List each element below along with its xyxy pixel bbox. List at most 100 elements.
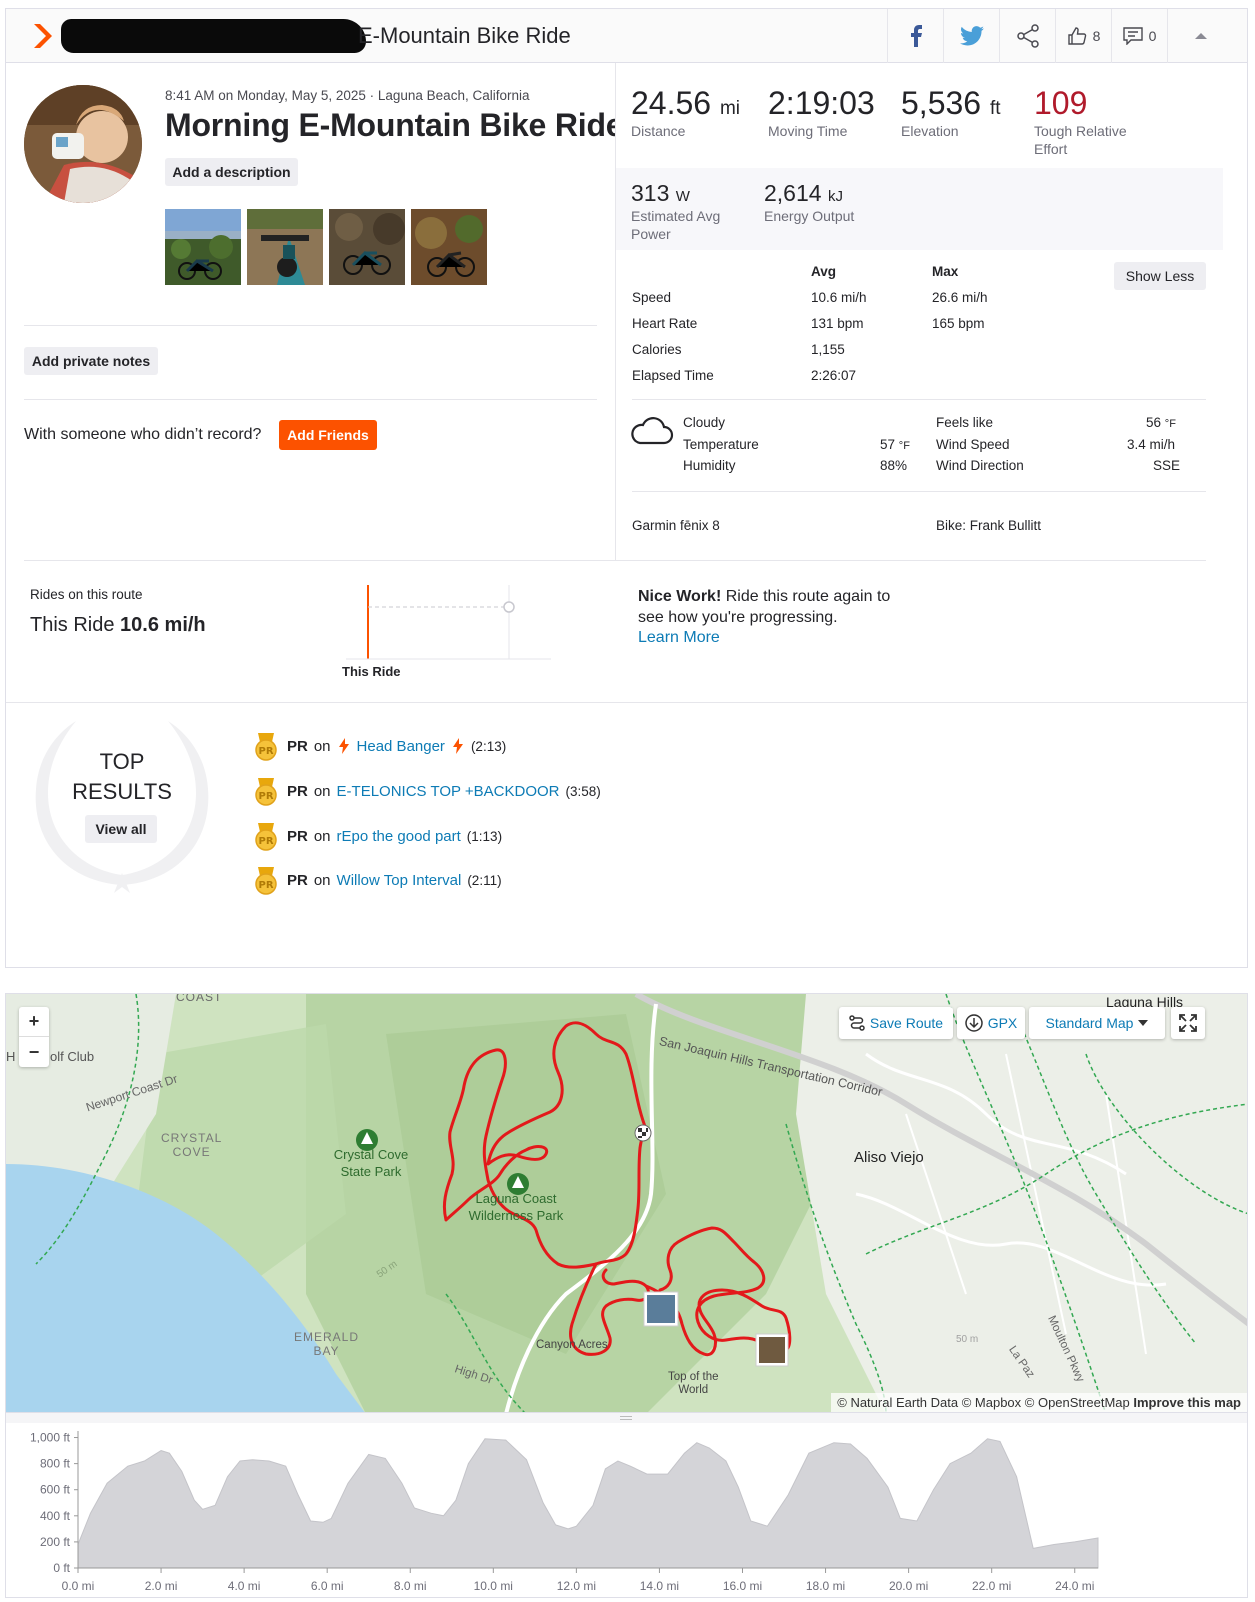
map-style-select[interactable]: Standard Map <box>1029 1007 1165 1039</box>
route-map[interactable]: COAST H olf Club Newport Coast Dr CRYSTA… <box>5 993 1248 1413</box>
kudos-button[interactable]: 8 <box>1055 9 1111 63</box>
show-less-button[interactable]: Show Less <box>1114 262 1206 290</box>
moving-time-label: Moving Time <box>768 123 848 139</box>
stat-energy: 2,614 kJ Energy Output <box>764 180 854 225</box>
stat-relative-effort[interactable]: 109 Tough Relative Effort <box>1034 85 1154 158</box>
svg-text:PR: PR <box>258 880 273 891</box>
segment-link[interactable]: Willow Top Interval <box>337 872 462 889</box>
zoom-out-button[interactable]: − <box>19 1037 49 1067</box>
secondary-stats: 313 W Estimated Avg Power 2,614 kJ Energ… <box>616 168 1223 250</box>
x-tick-label: 12.0 mi <box>557 1579 596 1593</box>
photo-image <box>247 209 323 285</box>
elevation-chart[interactable]: 0 ft 200 ft 400 ft 600 ft 800 ft 1,000 ft 0.0 … <box>5 1423 1248 1598</box>
cloud-icon <box>631 417 674 445</box>
learn-more-link[interactable]: Learn More <box>638 629 720 647</box>
x-tick-label: 10.0 mi <box>474 1579 513 1593</box>
map-resize-handle[interactable] <box>5 1413 1248 1423</box>
svg-text:PR: PR <box>258 791 273 802</box>
add-description-button[interactable]: Add a description <box>165 158 298 186</box>
activity-header: E-Mountain Bike Ride 8 0 <box>6 9 1247 63</box>
photo-image <box>411 209 487 285</box>
segment-time: (3:58) <box>565 783 601 799</box>
collapse-button[interactable] <box>1167 9 1233 63</box>
improve-map-link[interactable]: Improve this map <box>1133 1395 1241 1410</box>
result-prefix: PR <box>287 871 308 889</box>
segment-link[interactable]: rEpo the good part <box>337 828 461 845</box>
stat-power: 313 W Estimated Avg Power <box>631 180 741 243</box>
wind-speed-label: Wind Speed <box>936 437 1010 452</box>
x-tick-label: 6.0 mi <box>311 1579 344 1593</box>
add-private-notes-button[interactable]: Add private notes <box>24 347 158 375</box>
facebook-share-button[interactable] <box>887 9 943 63</box>
zoom-in-button[interactable]: + <box>19 1007 49 1037</box>
comment-icon <box>1122 27 1143 45</box>
photo-thumbnail[interactable] <box>411 209 487 285</box>
map-label-crystal-cove-state-park: Crystal Cove State Park <box>333 1147 409 1179</box>
pr-medal-icon: PR <box>255 778 277 806</box>
result-on: on <box>313 782 331 800</box>
result-prefix: PR <box>287 737 308 755</box>
elevation-unit: ft <box>989 98 1001 119</box>
elevation-label: Elevation <box>901 123 959 139</box>
photo-thumbnail[interactable] <box>247 209 323 285</box>
avatar-photo <box>24 85 142 203</box>
result-row: PR PR on Willow Top Interval (2:11) <box>251 865 502 895</box>
x-tick-label: 18.0 mi <box>806 1579 845 1593</box>
segment-time: (2:11) <box>467 872 502 888</box>
photo-image <box>329 209 405 285</box>
pr-medal-icon: PR <box>255 867 277 895</box>
map-label-crystal-cove: CRYSTAL COVE <box>161 1131 223 1159</box>
photo-thumbnail[interactable] <box>329 209 405 285</box>
divider <box>632 399 1206 400</box>
x-tick-label: 2.0 mi <box>145 1579 178 1593</box>
power-unit: W <box>675 188 690 205</box>
distance-unit: mi <box>719 98 741 119</box>
redacted-athlete-name <box>61 19 366 53</box>
result-row: PR PR on Head Banger (2:13) <box>251 731 506 761</box>
save-route-button[interactable]: Save Route <box>839 1007 953 1039</box>
elevation-value: 5,536 <box>901 85 982 121</box>
gpx-download-button[interactable]: GPX <box>957 1007 1025 1039</box>
segment-link[interactable]: E-TELONICS TOP +BACKDOOR <box>337 783 560 800</box>
route-chart-label: This Ride <box>342 664 401 679</box>
speed-avg: 10.6 mi/h <box>811 290 867 305</box>
row-label-heart-rate: Heart Rate <box>632 316 698 331</box>
kudos-count: 8 <box>1092 28 1101 44</box>
power-label: Estimated Avg Power <box>631 208 721 242</box>
distance-value: 24.56 <box>631 85 712 121</box>
wind-direction-value: SSE <box>1153 458 1181 473</box>
humidity-label: Humidity <box>683 458 736 473</box>
segment-link[interactable]: Head Banger <box>357 738 445 755</box>
add-friends-button[interactable]: Add Friends <box>279 420 377 450</box>
speed-max: 26.6 mi/h <box>932 290 988 305</box>
facebook-icon <box>910 25 922 47</box>
fullscreen-button[interactable] <box>1171 1007 1205 1039</box>
map-label-contour-50m: 50 m <box>956 1334 979 1345</box>
activity-name[interactable]: Morning E-Mountain Bike Ride <box>165 107 624 144</box>
photo-thumbnail[interactable] <box>165 209 241 285</box>
divider <box>24 325 597 326</box>
top-results-title: TOP RESULTS <box>72 749 172 804</box>
twitter-share-button[interactable] <box>943 9 999 63</box>
x-tick-label: 14.0 mi <box>640 1579 679 1593</box>
view-all-button[interactable]: View all <box>85 815 157 843</box>
elevation-plot: 0 ft 200 ft 400 ft 600 ft 800 ft 1,000 ft 0.0 … <box>30 1431 1099 1593</box>
bike-name[interactable]: Bike: Frank Bullitt <box>936 518 1041 533</box>
x-tick-label: 0.0 mi <box>62 1579 95 1593</box>
energy-unit: kJ <box>827 188 843 205</box>
route-icon <box>849 1015 865 1031</box>
y-tick-label: 400 ft <box>40 1509 71 1523</box>
segment-time: (2:13) <box>470 738 507 754</box>
result-on: on <box>313 871 331 889</box>
y-tick-label: 200 ft <box>40 1535 71 1549</box>
comments-button[interactable]: 0 <box>1111 9 1167 63</box>
feels-like-value: 56 °F <box>1146 415 1176 430</box>
map-label-golf-club: olf Club <box>50 1049 95 1064</box>
svg-text:PR: PR <box>258 836 273 847</box>
share-button[interactable] <box>999 9 1055 63</box>
map-label-emerald-bay: EMERALD BAY <box>294 1330 360 1358</box>
athlete-avatar[interactable] <box>24 85 142 203</box>
twitter-icon <box>959 26 984 46</box>
this-ride-speed-summary: This Ride 10.6 mi/h <box>30 614 206 636</box>
humidity-value: 88% <box>880 458 908 473</box>
